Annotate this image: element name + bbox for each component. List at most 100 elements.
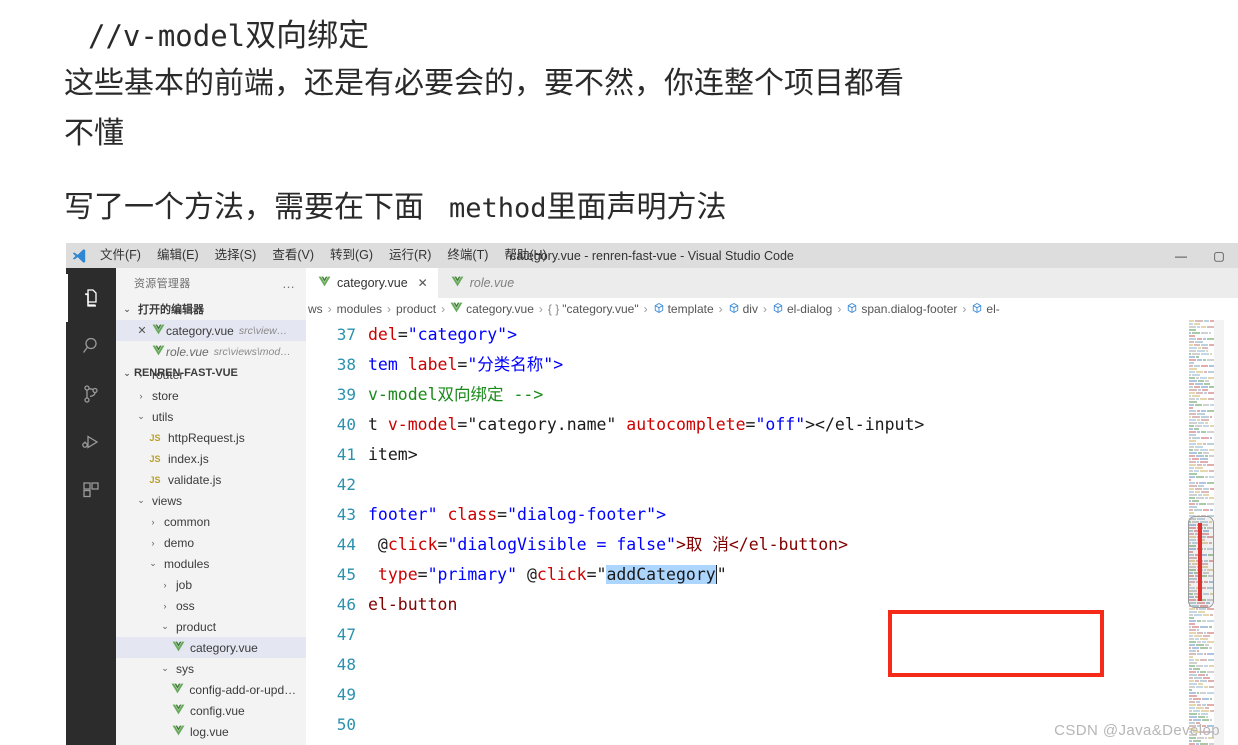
minimap-segment — [1198, 713, 1200, 715]
minimap-segment — [1197, 671, 1199, 673]
tree-folder-product[interactable]: ⌄ product — [116, 616, 306, 637]
code-line-41[interactable]: 41 item> — [306, 440, 1238, 470]
code-line-43[interactable]: 43 footer" class="dialog-footer"> — [306, 500, 1238, 530]
code-token: type — [368, 565, 418, 584]
breadcrumb-item-4[interactable]: { } "category.vue" — [548, 302, 639, 316]
breadcrumb-separator: › — [538, 302, 543, 316]
breadcrumb-item-2[interactable]: product — [396, 302, 436, 316]
minimap-segment — [1201, 437, 1209, 439]
menu-item-1[interactable]: 编辑(E) — [149, 243, 207, 268]
breadcrumb-item-0[interactable]: ws — [308, 302, 323, 316]
tree-file-validate-js[interactable]: JS validate.js — [116, 469, 306, 490]
minimap-segment — [1196, 644, 1204, 646]
breadcrumb-item-6[interactable]: div — [728, 302, 758, 317]
tree-folder-utils[interactable]: ⌄ utils — [116, 406, 306, 427]
line-number: 43 — [336, 505, 356, 524]
tree-folder-router[interactable]: › router — [116, 372, 306, 385]
tree-file-log-vue[interactable]: log.vue — [116, 721, 306, 742]
tree-folder-views[interactable]: ⌄ views — [116, 490, 306, 511]
open-editor-item[interactable]: role.vue src\views\mod… — [116, 341, 306, 362]
open-editors-list: ✕ category.vue src\view… role.vue src\views\… — [116, 320, 306, 362]
editor-tab-bar[interactable]: category.vue ✕ role.vue — [306, 268, 1238, 298]
menu-item-7[interactable]: 帮助(H) — [496, 243, 554, 268]
minimap-segment — [1200, 461, 1208, 463]
menu-item-4[interactable]: 转到(G) — [322, 243, 381, 268]
editor-vertical-scrollbar[interactable] — [1224, 320, 1238, 745]
tree-folder-oss[interactable]: › oss — [116, 595, 306, 616]
breadcrumb-item-7[interactable]: el-dialog — [772, 302, 832, 317]
minimap-segment — [1189, 641, 1196, 643]
menu-item-2[interactable]: 选择(S) — [207, 243, 265, 268]
minimap-segment — [1198, 716, 1205, 718]
open-editors-section-header[interactable]: ⌄ 打开的编辑器 — [116, 298, 306, 320]
more-actions-icon[interactable]: … — [282, 276, 296, 291]
code-text: type="primary" @click="addCategory" — [368, 560, 727, 590]
tree-file-config-add-or-updat-[interactable]: config-add-or-updat… — [116, 679, 306, 700]
editor-tab-category-vue[interactable]: category.vue ✕ — [306, 268, 439, 298]
tab-label: category.vue — [337, 276, 408, 290]
tree-folder-modules[interactable]: ⌄ modules — [116, 553, 306, 574]
code-line-45[interactable]: 45 type="primary" @click="addCategory" — [306, 560, 1238, 590]
minimap-segment — [1192, 437, 1200, 439]
tree-folder-demo[interactable]: › demo — [116, 532, 306, 553]
code-line-49[interactable]: 49 — [306, 680, 1238, 710]
extensions-icon[interactable] — [66, 466, 116, 514]
tree-file-config-vue[interactable]: config.vue — [116, 700, 306, 721]
minimize-button[interactable]: — — [1162, 243, 1200, 268]
menu-bar[interactable]: 文件(F) 编辑(E) 选择(S) 查看(V) 转到(G) 运行(R) 终端(T) 帮助(H) — [92, 243, 555, 268]
minimap-segment — [1189, 359, 1196, 361]
breadcrumb-item-3[interactable]: category.vue — [450, 302, 534, 316]
explorer-icon[interactable] — [66, 274, 116, 322]
vue-file-icon — [170, 704, 186, 718]
code-line-51[interactable]: 51 — [306, 740, 1238, 745]
breadcrumb-item-8[interactable]: span.dialog-footer — [846, 302, 957, 317]
open-editor-item[interactable]: ✕ category.vue src\view… — [116, 320, 306, 341]
menu-item-5[interactable]: 运行(R) — [381, 243, 439, 268]
code-editor[interactable]: 37 del="category"> 38 tem label="分类名称"> 39 v-… — [306, 320, 1238, 745]
menu-item-0[interactable]: 文件(F) — [92, 243, 149, 268]
tree-file-httprequest-js[interactable]: JS httpRequest.js — [116, 427, 306, 448]
menu-item-6[interactable]: 终端(T) — [439, 243, 496, 268]
minimap[interactable] — [1188, 320, 1214, 745]
minimap-segment — [1189, 701, 1195, 703]
code-line-40[interactable]: 40 t v-model="category.name" autocomplete… — [306, 410, 1238, 440]
tree-folder-job[interactable]: › job — [116, 574, 306, 595]
tree-file-category-vue[interactable]: category.vue — [116, 637, 306, 658]
code-lines[interactable]: 37 del="category"> 38 tem label="分类名称"> 39 v-… — [306, 320, 1238, 745]
code-line-42[interactable]: 42 — [306, 470, 1238, 500]
minimap-slider[interactable] — [1188, 516, 1214, 608]
tab-close-icon[interactable]: ✕ — [418, 276, 428, 290]
code-line-37[interactable]: 37 del="category"> — [306, 320, 1238, 350]
maximize-button[interactable]: ▢ — [1200, 243, 1238, 268]
source-control-icon[interactable] — [66, 370, 116, 418]
run-debug-icon[interactable] — [66, 418, 116, 466]
minimap-segment — [1196, 476, 1204, 478]
editor-tab-role-vue[interactable]: role.vue — [438, 268, 526, 298]
tree-folder-sys[interactable]: ⌄ sys — [116, 658, 306, 679]
minimap-segment — [1189, 692, 1197, 694]
menu-item-3[interactable]: 查看(V) — [264, 243, 322, 268]
minimap-segment — [1189, 458, 1191, 460]
tree-file-index-js[interactable]: JS index.js — [116, 448, 306, 469]
line-number: 38 — [336, 355, 356, 374]
breadcrumb-item-5[interactable]: template — [653, 302, 714, 317]
search-icon[interactable] — [66, 322, 116, 370]
minimap-segment — [1201, 416, 1209, 418]
file-tree[interactable]: › router › store ⌄ utils JS httpRequest.js JS ind… — [116, 372, 306, 745]
tree-folder-common[interactable]: › common — [116, 511, 306, 532]
prose-line-1-cjk: 双向绑定 — [245, 18, 370, 53]
minimap-segment — [1202, 347, 1208, 349]
minimap-segment — [1206, 674, 1208, 676]
minimap-segment — [1204, 371, 1207, 373]
minimap-segment — [1196, 701, 1200, 703]
breadcrumb-item-9[interactable]: el- — [971, 302, 1000, 317]
close-icon[interactable]: ✕ — [134, 324, 150, 337]
breadcrumb-item-1[interactable]: modules — [337, 302, 382, 316]
code-line-44[interactable]: 44 @click="dialogVisible = false">取 消</e… — [306, 530, 1238, 560]
breadcrumb[interactable]: ws › modules › product › category.vue › { } "cate… — [306, 298, 1238, 320]
tree-folder-store[interactable]: › store — [116, 385, 306, 406]
code-line-39[interactable]: 39 v-model双向绑定 --> — [306, 380, 1238, 410]
window-controls[interactable]: — ▢ — [1162, 243, 1238, 268]
code-line-38[interactable]: 38 tem label="分类名称"> — [306, 350, 1238, 380]
line-number: 40 — [336, 415, 356, 434]
